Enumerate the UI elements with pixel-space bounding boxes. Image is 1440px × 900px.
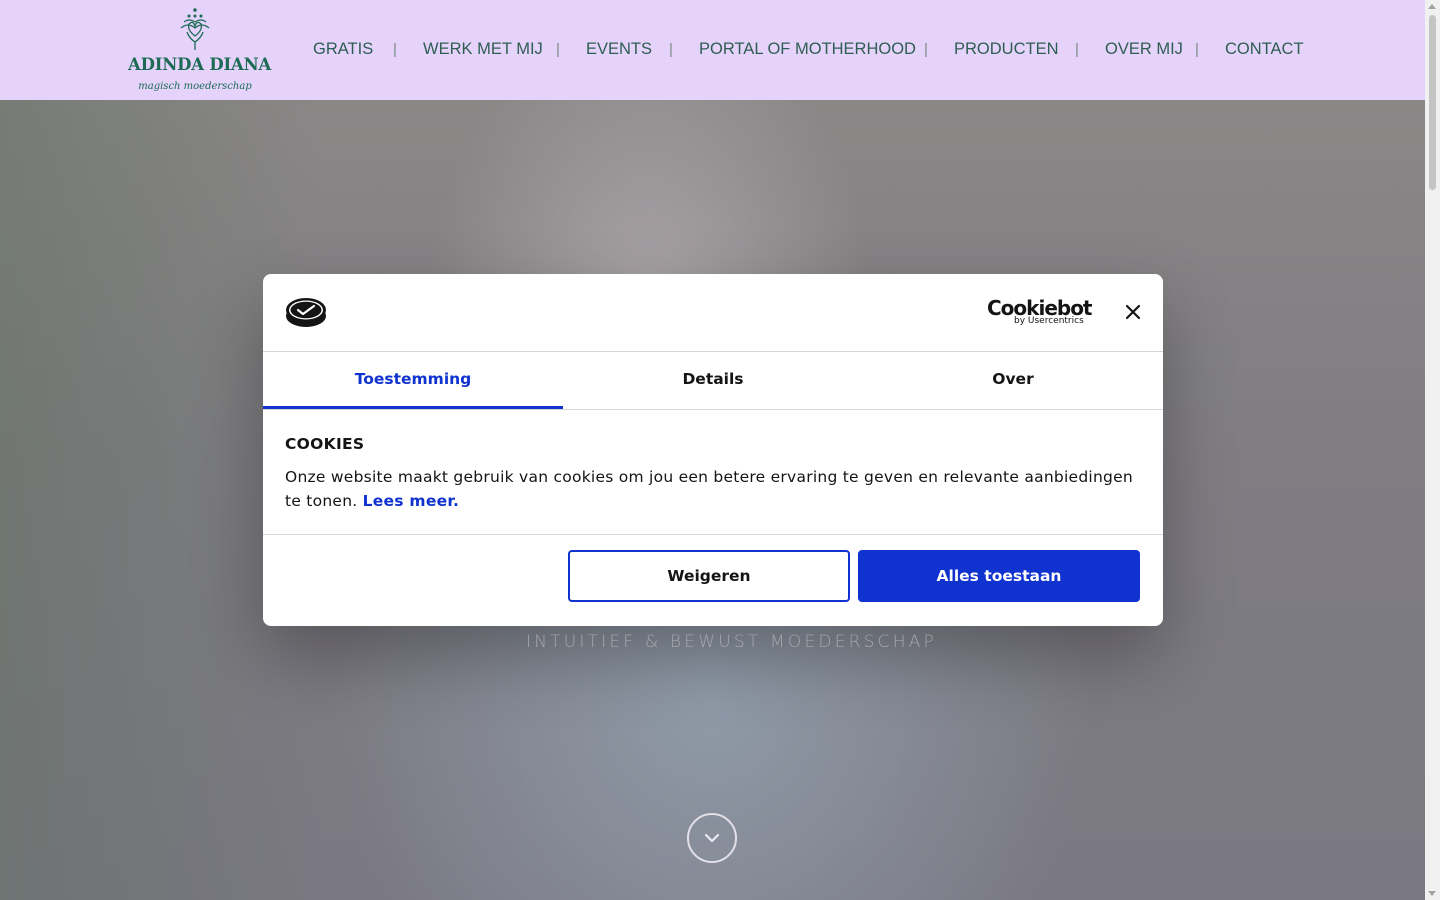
allow-all-button[interactable]: Alles toestaan (858, 550, 1140, 602)
cookie-consent-dialog: Cookiebot by Usercentrics Toestemming De… (263, 274, 1163, 626)
nav-separator: | (924, 41, 928, 58)
logo-title: ADINDA DIANA (128, 55, 272, 74)
close-icon (1125, 304, 1141, 320)
page-scrollbar[interactable] (1425, 0, 1440, 900)
dialog-tabs: Toestemming Details Over (263, 352, 1163, 410)
scroll-up-arrow-icon[interactable] (1428, 4, 1436, 9)
tab-details[interactable]: Details (563, 352, 863, 409)
decline-button[interactable]: Weigeren (568, 550, 850, 602)
dialog-header: Cookiebot by Usercentrics (263, 274, 1163, 352)
nav-events[interactable]: EVENTS (586, 38, 652, 60)
nav-portal-of-motherhood[interactable]: PORTAL OF MOTHERHOOD (699, 38, 916, 60)
dialog-body: COOKIES Onze website maakt gebruik van c… (263, 410, 1163, 535)
hero-tagline: INTUITIEF & BEWUST MOEDERSCHAP (525, 632, 937, 652)
cookiebot-brand[interactable]: Cookiebot by Usercentrics (987, 296, 1092, 328)
nav-separator: | (393, 41, 397, 58)
scroll-down-arrow-icon[interactable] (1428, 891, 1436, 896)
logo-subtitle: magisch moederschap (138, 81, 252, 92)
scroll-down-button[interactable] (687, 813, 737, 863)
tab-over[interactable]: Over (863, 352, 1163, 409)
chevron-down-icon (704, 833, 720, 843)
nav-over-mij[interactable]: OVER MIJ (1105, 38, 1183, 60)
close-button[interactable] (1123, 302, 1143, 322)
cookies-description: Onze website maakt gebruik van cookies o… (285, 465, 1145, 513)
nav-separator: | (556, 41, 560, 58)
nav-separator: | (1195, 41, 1199, 58)
nav-werk-met-mij[interactable]: WERK MET MIJ (423, 38, 543, 60)
cookiebot-brand-sub: by Usercentrics (1014, 316, 1084, 326)
site-header: ADINDA DIANA magisch moederschap GRATIS … (0, 0, 1425, 100)
nav-separator: | (1075, 41, 1079, 58)
read-more-link[interactable]: Lees meer. (363, 492, 460, 510)
nav-gratis[interactable]: GRATIS (313, 38, 373, 60)
cookies-title: COOKIES (285, 435, 365, 453)
scrollbar-thumb[interactable] (1429, 15, 1436, 190)
tab-toestemming[interactable]: Toestemming (263, 352, 563, 409)
site-logo[interactable]: ADINDA DIANA magisch moederschap (128, 6, 272, 96)
nav-separator: | (669, 41, 673, 58)
lotus-heart-icon (180, 8, 210, 50)
nav-producten[interactable]: PRODUCTEN (954, 38, 1059, 60)
nav-contact[interactable]: CONTACT (1225, 38, 1304, 60)
cookie-logo-icon (285, 296, 327, 332)
